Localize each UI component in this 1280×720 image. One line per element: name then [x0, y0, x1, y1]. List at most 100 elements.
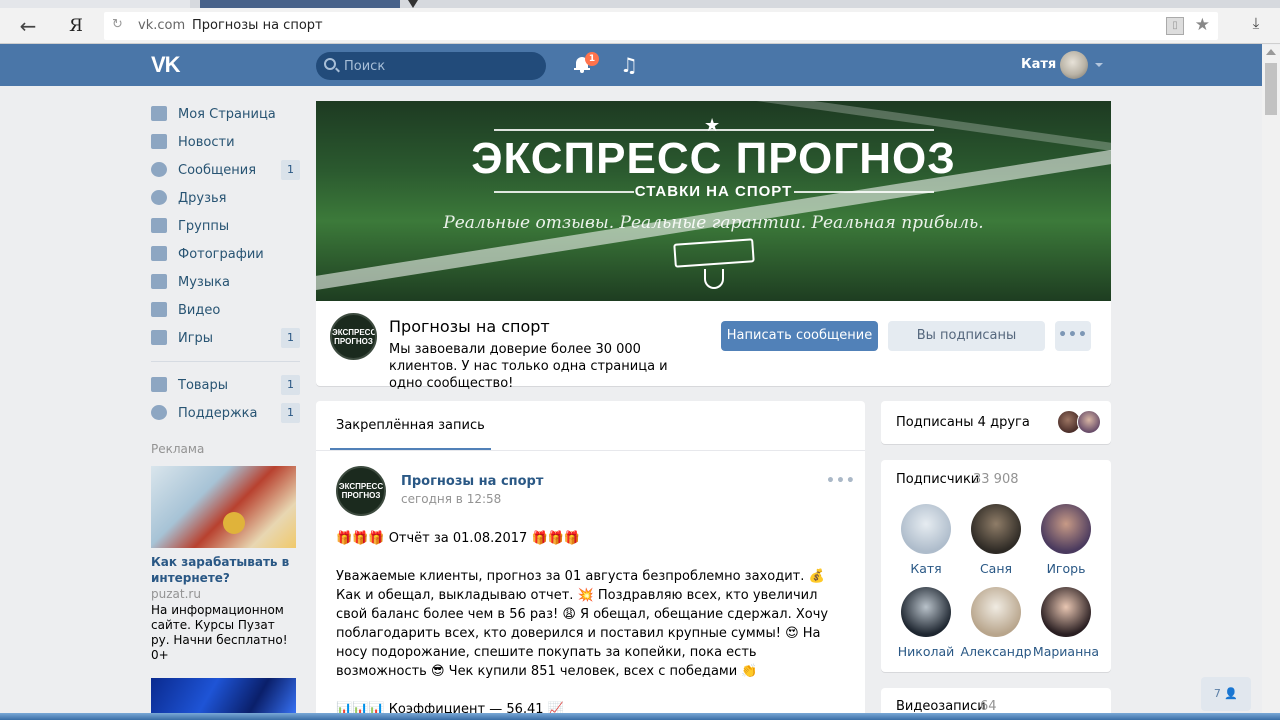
url-field[interactable]: ↻ vk.com Прогнозы на спорт ▯ ★ [104, 12, 1218, 40]
sidebar-item-news[interactable]: Новости [151, 128, 300, 156]
sidebar-item-video[interactable]: Видео [151, 296, 300, 324]
sidebar-item-messages[interactable]: Сообщения 1 [151, 156, 300, 184]
sidebar-item-groups[interactable]: Группы [151, 212, 300, 240]
online-friends-button[interactable]: 7 👤 [1201, 677, 1251, 711]
wall: Закреплённая запись ЭКСПРЕСС ПРОГНОЗ Про… [316, 401, 865, 720]
download-icon[interactable]: ⤓ [1246, 14, 1266, 32]
avatar [971, 504, 1021, 554]
sidebar-item-label: Поддержка [178, 406, 258, 421]
gamepad-icon [151, 330, 167, 345]
bag-icon [151, 377, 167, 392]
left-sidebar: Моя Страница Новости Сообщения 1 Друзья … [151, 100, 300, 427]
subscribers-block: Подписчики 33 908 Катя Саня Игорь Никола… [881, 460, 1111, 672]
friends-subscribed-block[interactable]: Подписаны 4 друга [881, 401, 1111, 444]
post-author-avatar[interactable]: ЭКСПРЕСС ПРОГНОЗ [336, 466, 386, 516]
bookmark-star-icon[interactable]: ★ [1195, 15, 1210, 35]
group-info: ЭКСПРЕСС ПРОГНОЗ Прогнозы на спорт Мы за… [316, 301, 1111, 391]
subscriber-item[interactable]: Саня [960, 504, 1032, 576]
post-menu-button[interactable]: ••• [826, 473, 856, 489]
scroll-up-arrow-icon[interactable] [1266, 49, 1276, 55]
subscribers-title[interactable]: Подписчики [896, 472, 979, 487]
lock-icon[interactable]: ▯ [1166, 17, 1184, 35]
sidebar-item-goods[interactable]: Товары 1 [151, 371, 300, 399]
post-time[interactable]: сегодня в 12:58 [401, 492, 501, 506]
cover-tagline: Реальные отзывы. Реальные гарантии. Реал… [443, 213, 984, 233]
sidebar-item-label: Группы [178, 219, 230, 234]
subscriber-item[interactable]: Александр [960, 587, 1032, 659]
search-input[interactable] [344, 57, 534, 75]
search-box[interactable] [316, 52, 546, 80]
search-icon [324, 58, 336, 70]
tab-pinned-post[interactable]: Закреплённая запись [330, 401, 491, 450]
logo-text: ПРОГНОЗ [341, 491, 381, 500]
vk-logo[interactable]: VK [151, 52, 181, 78]
avatar [901, 587, 951, 637]
support-icon [151, 405, 167, 420]
videos-count: 64 [980, 699, 997, 714]
sidebar-item-support[interactable]: Поддержка 1 [151, 399, 300, 427]
logo-text: ЭКСПРЕСС [332, 328, 377, 337]
post-text: 🎁🎁🎁 Отчёт за 01.08.2017 🎁🎁🎁 Уважаемые кл… [336, 529, 841, 720]
avatar [1077, 410, 1101, 434]
subscriber-item[interactable]: Николай [890, 587, 962, 659]
browser-address-bar: ← Я ↻ vk.com Прогнозы на спорт ▯ ★ ⤓ [0, 8, 1280, 44]
sidebar-item-count: 1 [281, 328, 300, 348]
subscriber-name: Марианна [1032, 644, 1100, 659]
cover-title: ЭКСПРЕСС ПРОГНОЗ [471, 134, 956, 183]
divider [316, 450, 865, 451]
group-description: Мы завоевали доверие более 30 000 клиент… [389, 342, 668, 391]
sidebar-item-friends[interactable]: Друзья [151, 184, 300, 212]
post-paragraph: 🎁🎁🎁 Отчёт за 01.08.2017 🎁🎁🎁 [336, 531, 581, 546]
subscriber-item[interactable]: Катя [890, 504, 962, 576]
subscriber-item[interactable]: Игорь [1030, 504, 1102, 576]
subscriber-name: Николай [897, 644, 955, 659]
sidebar-item-label: Сообщения [178, 163, 257, 178]
sidebar-item-label: Видео [178, 303, 221, 318]
subscriber-item[interactable]: Марианна [1030, 587, 1102, 659]
piggy-bank-icon [223, 512, 245, 534]
sidebar-item-my-page[interactable]: Моя Страница [151, 100, 300, 128]
ad-image[interactable] [151, 466, 296, 548]
star-icon: ★ [704, 115, 721, 136]
url-domain: vk.com [138, 18, 186, 33]
news-icon [151, 134, 167, 149]
sidebar-item-count: 1 [281, 375, 300, 395]
music-note-icon[interactable]: ♫ [620, 53, 638, 77]
page-scrollbar[interactable] [1262, 45, 1280, 720]
ad-domain: puzat.ru [151, 587, 201, 601]
back-arrow-icon[interactable]: ← [14, 14, 42, 38]
write-message-button[interactable]: Написать сообщение [721, 321, 878, 351]
sidebar-item-label: Музыка [178, 275, 230, 290]
person-icon: 👤 [1224, 687, 1239, 700]
sidebar-item-photos[interactable]: Фотографии [151, 240, 300, 268]
yandex-icon[interactable]: Я [66, 14, 86, 38]
post-paragraph: Уважаемые клиенты, прогноз за 01 августа… [336, 569, 829, 679]
vk-header: VK ♫ Катя [0, 44, 1262, 86]
notification-badge: 1 [585, 52, 599, 66]
ribbon-icon [673, 238, 755, 268]
sidebar-item-label: Моя Страница [178, 107, 276, 122]
home-icon [151, 106, 167, 121]
browser-tab-inactive[interactable] [0, 0, 190, 8]
post-author[interactable]: Прогнозы на спорт [401, 474, 543, 489]
ad-text: На информационном сайте. Курсы Пузат ру.… [151, 603, 288, 662]
avatar[interactable] [1060, 51, 1088, 79]
sidebar-item-music[interactable]: Музыка [151, 268, 300, 296]
sidebar-item-count: 1 [281, 160, 300, 180]
chevron-down-icon[interactable] [1095, 63, 1103, 67]
group-avatar[interactable]: ЭКСПРЕСС ПРОГНОЗ [330, 313, 377, 360]
avatar [1041, 504, 1091, 554]
sidebar-item-games[interactable]: Игры 1 [151, 324, 300, 352]
subscriber-name: Саня [979, 561, 1013, 576]
scrollbar-thumb[interactable] [1265, 63, 1277, 115]
logo-text: ПРОГНОЗ [334, 337, 373, 346]
user-name[interactable]: Катя [1021, 57, 1056, 72]
browser-tab-active[interactable] [200, 0, 400, 8]
ad-title[interactable]: Как зарабатывать в интернете? [151, 554, 296, 586]
friends-subscribed-label: Подписаны 4 друга [896, 415, 1030, 430]
subscribed-button[interactable]: Вы подписаны [888, 321, 1045, 351]
group-name: Прогнозы на спорт [389, 317, 550, 336]
subscriber-name: Александр [960, 644, 1032, 659]
reload-icon[interactable]: ↻ [112, 17, 123, 32]
more-actions-button[interactable]: ••• [1055, 321, 1091, 351]
